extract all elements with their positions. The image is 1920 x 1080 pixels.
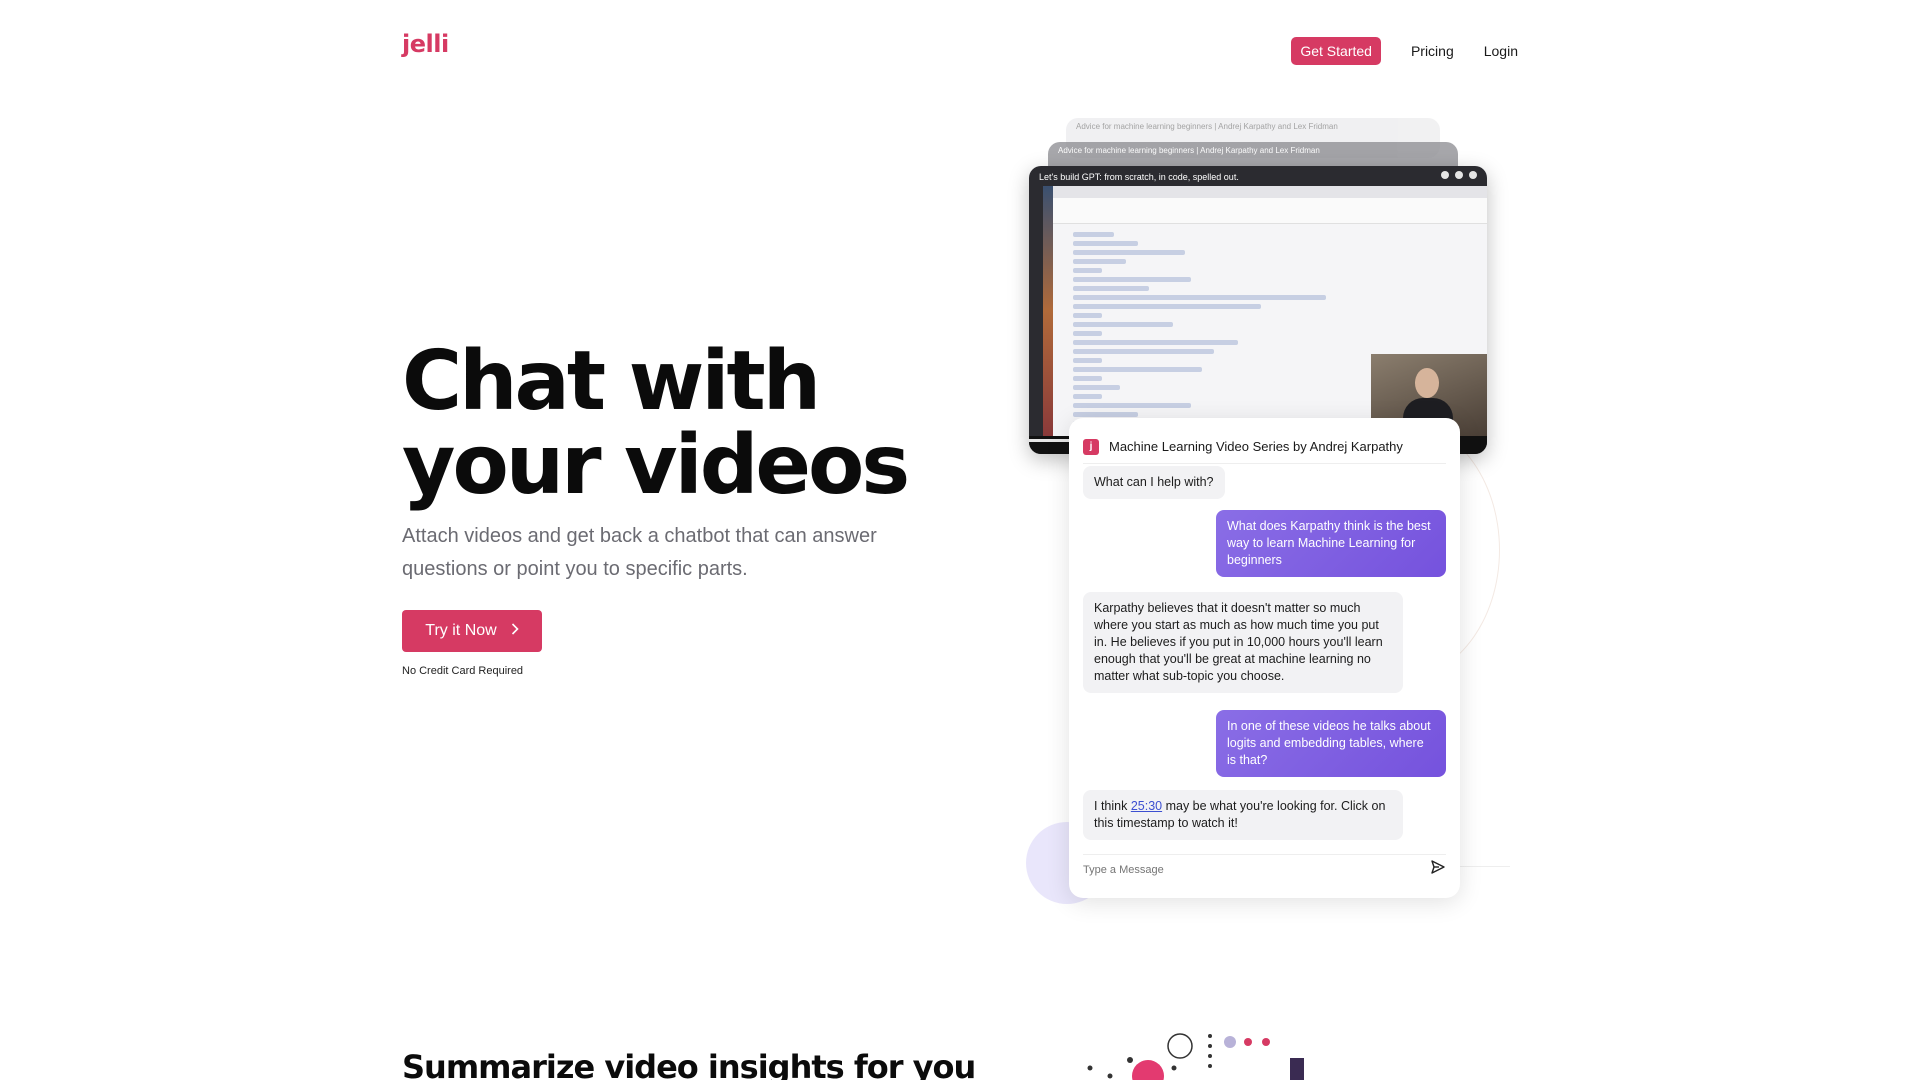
chat-message-bot: I think 25:30 may be what you're looking… [1083, 790, 1403, 840]
desktop-wallpaper [1043, 186, 1053, 436]
video-title: Advice for machine learning beginners | … [1076, 122, 1338, 131]
try-it-now-button[interactable]: Try it Now [402, 610, 542, 652]
try-it-now-label: Try it Now [425, 622, 497, 639]
chat-logo-badge: j [1083, 438, 1099, 455]
chat-message-bot: Karpathy believes that it doesn't matter… [1083, 592, 1403, 693]
hero-title-line2: your videos [402, 418, 910, 513]
hero-title-line1: Chat with [402, 334, 821, 429]
chat-message-user: What does Karpathy think is the best way… [1216, 510, 1446, 577]
chat-header: j Machine Learning Video Series by Andre… [1083, 430, 1446, 464]
timestamp-link[interactable]: 25:30 [1131, 799, 1162, 813]
video-title: Let's build GPT: from scratch, in code, … [1039, 172, 1239, 182]
chat-card: j Machine Learning Video Series by Andre… [1069, 418, 1460, 898]
hero-title: Chat with your videos [402, 340, 910, 508]
share-icon[interactable] [1469, 171, 1477, 179]
clock-icon[interactable] [1455, 171, 1463, 179]
browser-tabs [1053, 186, 1487, 198]
presenter-face [1415, 368, 1439, 398]
nav-link-pricing[interactable]: Pricing [1411, 43, 1454, 59]
hero-subtitle: Attach videos and get back a chatbot tha… [402, 525, 877, 580]
top-nav: Get Started Pricing Login [1291, 37, 1518, 65]
video-frame [1043, 186, 1487, 438]
chat-message-user: In one of these videos he talks about lo… [1216, 710, 1446, 777]
notebook-toolbar [1053, 198, 1487, 224]
no-credit-card-note: No Credit Card Required [402, 665, 524, 677]
chevron-right-icon [511, 622, 519, 640]
get-started-button[interactable]: Get Started [1291, 37, 1381, 65]
message-text: I think [1094, 799, 1131, 813]
video-player[interactable]: Let's build GPT: from scratch, in code, … [1029, 166, 1487, 454]
section-title: Summarize video insights for you [402, 1048, 976, 1080]
message-input[interactable] [1083, 863, 1383, 876]
decorative-line [1460, 866, 1510, 867]
nav-link-login[interactable]: Login [1484, 43, 1518, 59]
video-title: Advice for machine learning beginners | … [1058, 146, 1320, 155]
send-icon[interactable] [1430, 859, 1446, 880]
chat-message-bot: What can I help with? [1083, 466, 1225, 499]
chat-input-bar [1083, 854, 1446, 884]
decorative-dots-illustration [1087, 1033, 1304, 1080]
info-icon[interactable] [1441, 171, 1449, 179]
logo[interactable]: jelli [402, 30, 449, 58]
video-header-icons [1441, 171, 1477, 179]
chat-title: Machine Learning Video Series by Andrej … [1109, 439, 1403, 454]
code-block [1073, 232, 1367, 430]
